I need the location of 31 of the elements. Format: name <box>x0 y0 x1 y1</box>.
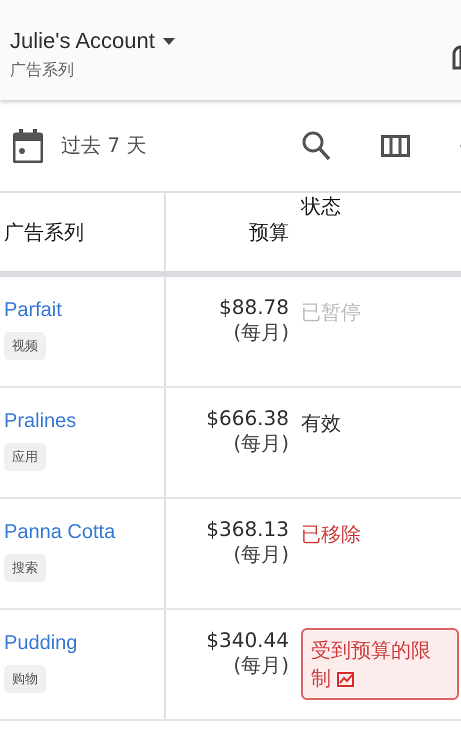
account-title[interactable]: Julie's Account <box>10 28 155 54</box>
campaign-type-tag: 应用 <box>4 443 46 471</box>
budget-period: (每月) <box>233 652 289 679</box>
campaign-link[interactable]: Panna Cotta <box>4 521 116 544</box>
status-badge[interactable]: 受到预算的限制 <box>301 628 459 700</box>
date-range[interactable]: 过去 7 天 <box>61 132 146 159</box>
search-icon[interactable] <box>301 130 331 162</box>
campaign-link[interactable]: Parfait <box>4 299 62 322</box>
column-header[interactable]: 状态 <box>301 194 341 218</box>
status-text: 已暂停 <box>301 299 361 326</box>
calendar-icon[interactable] <box>13 128 43 162</box>
campaign-type-tag: 视频 <box>4 332 46 360</box>
campaign-type-tag: 搜索 <box>4 554 46 582</box>
budget-amount: $88.78 <box>219 295 289 319</box>
budget-amount: $666.38 <box>206 406 289 430</box>
columns-icon[interactable] <box>381 134 410 156</box>
column-header[interactable]: 广告系列 <box>4 218 84 246</box>
campaign-link[interactable]: Pralines <box>4 410 76 433</box>
page-subtitle: 广告系列 <box>10 60 75 81</box>
budget-period: (每月) <box>233 319 289 346</box>
budget-amount: $340.44 <box>206 628 289 652</box>
column-header[interactable]: 预算 <box>249 218 289 246</box>
status-text: 有效 <box>301 410 341 437</box>
caret-icon[interactable] <box>162 38 175 44</box>
campaign-link[interactable]: Pudding <box>4 632 78 655</box>
budget-period: (每月) <box>233 541 289 568</box>
campaign-type-tag: 购物 <box>4 665 46 693</box>
chart-icon[interactable] <box>337 672 354 688</box>
status-text: 已移除 <box>301 521 361 548</box>
budget-period: (每月) <box>233 430 289 457</box>
budget-amount: $368.13 <box>206 517 289 541</box>
